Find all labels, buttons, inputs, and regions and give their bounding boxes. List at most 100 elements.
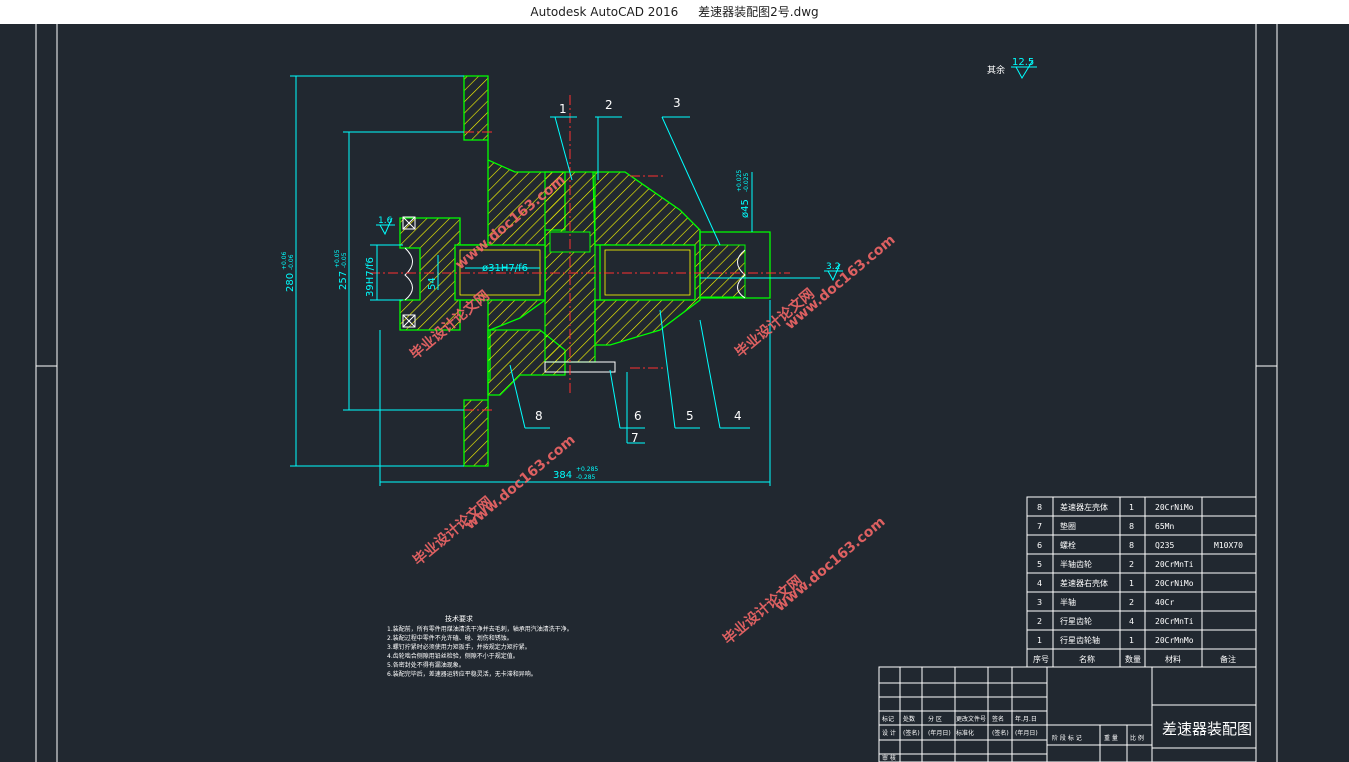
svg-text:序号: 序号 bbox=[1033, 654, 1049, 664]
balloon-7: 7 bbox=[631, 431, 639, 445]
watermark-url-4: www.doc163.com bbox=[772, 514, 888, 615]
roughness-label: 其余 bbox=[987, 64, 1005, 76]
parts-cell-remark: M10X70 bbox=[1214, 541, 1243, 550]
parts-cell-qty: 8 bbox=[1129, 541, 1134, 550]
parts-table: 8 差速器左壳体 1 20CrNiMo 7 垫圈 8 65Mn 6 螺栓 8 Q235 M10X70 5 半… bbox=[1026, 496, 1257, 668]
parts-table-row: 1 行星齿轮轴 1 20CrMnMo bbox=[1037, 635, 1194, 645]
parts-cell-material: 20CrMnMo bbox=[1155, 636, 1194, 645]
svg-text:更改文件号: 更改文件号 bbox=[956, 715, 986, 723]
parts-table-row: 3 半轴 2 40Cr bbox=[1037, 597, 1174, 607]
parts-cell-qty: 4 bbox=[1129, 617, 1134, 626]
parts-cell-material: 20CrNiMo bbox=[1155, 503, 1194, 512]
parts-cell-name: 行星齿轮轴 bbox=[1060, 635, 1100, 645]
balloon-8: 8 bbox=[535, 409, 543, 423]
parts-cell-no: 8 bbox=[1037, 503, 1042, 512]
svg-text:设 计: 设 计 bbox=[882, 729, 896, 737]
parts-cell-qty: 8 bbox=[1129, 522, 1134, 531]
watermark-cn-4: 毕业设计论文网 bbox=[720, 572, 806, 648]
svg-text:名称: 名称 bbox=[1079, 654, 1095, 664]
parts-cell-material: 40Cr bbox=[1155, 598, 1174, 607]
balloon-5: 5 bbox=[686, 409, 694, 423]
parts-cell-qty: 2 bbox=[1129, 560, 1134, 569]
svg-text:+0.05: +0.05 bbox=[334, 249, 341, 268]
svg-text:数量: 数量 bbox=[1125, 654, 1141, 664]
parts-cell-qty: 1 bbox=[1129, 503, 1134, 512]
parts-cell-name: 半轴齿轮 bbox=[1060, 559, 1092, 569]
parts-cell-material: 20CrNiMo bbox=[1155, 579, 1194, 588]
dim-280: 280 bbox=[285, 273, 296, 292]
parts-cell-no: 3 bbox=[1037, 598, 1042, 607]
svg-text:(年月日): (年月日) bbox=[928, 729, 951, 737]
svg-text:签名: 签名 bbox=[992, 715, 1004, 723]
svg-text:4.齿轮啮合侧隙用铅丝检验，侧隙不小于规定值。: 4.齿轮啮合侧隙用铅丝检验，侧隙不小于规定值。 bbox=[387, 652, 519, 660]
parts-cell-name: 行星齿轮 bbox=[1060, 616, 1092, 626]
svg-text:-0.06: -0.06 bbox=[288, 254, 295, 270]
parts-cell-name: 垫圈 bbox=[1060, 521, 1076, 531]
drawing-canvas[interactable]: 其余 12.5 1.6 3.2 280 +0.06 -0.06 257 +0.0… bbox=[0, 24, 1349, 762]
app-title: Autodesk AutoCAD 2016 bbox=[530, 5, 679, 19]
svg-text:-0.285: -0.285 bbox=[576, 474, 596, 481]
parts-cell-material: 65Mn bbox=[1155, 522, 1174, 531]
parts-cell-qty: 1 bbox=[1129, 636, 1134, 645]
svg-text:+0.025: +0.025 bbox=[736, 170, 743, 192]
svg-text:3.螺钉拧紧时必须使用力矩扳手，并按规定力矩拧紧。: 3.螺钉拧紧时必须使用力矩扳手，并按规定力矩拧紧。 bbox=[387, 643, 531, 651]
parts-cell-name: 差速器左壳体 bbox=[1060, 502, 1108, 512]
svg-text:-0.05: -0.05 bbox=[341, 252, 348, 268]
drawing-title: 差速器装配图 bbox=[1162, 720, 1252, 738]
svg-text:比 例: 比 例 bbox=[1130, 734, 1144, 742]
parts-table-row: 7 垫圈 8 65Mn bbox=[1037, 521, 1174, 531]
svg-text:阶 段 标 记: 阶 段 标 记 bbox=[1052, 734, 1082, 742]
tech-notes-title: 技术要求 bbox=[445, 614, 473, 623]
svg-text:(签名): (签名) bbox=[992, 729, 1009, 737]
svg-text:材料: 材料 bbox=[1165, 654, 1181, 664]
svg-text:分 区: 分 区 bbox=[928, 715, 942, 723]
dim-384: 384 bbox=[553, 470, 572, 481]
parts-table-row: 2 行星齿轮 4 20CrMnTi bbox=[1037, 616, 1194, 626]
svg-text:年.月.日: 年.月.日 bbox=[1015, 715, 1037, 723]
balloon-4: 4 bbox=[734, 409, 742, 423]
parts-table-row: 8 差速器左壳体 1 20CrNiMo bbox=[1037, 502, 1194, 512]
svg-text:2.装配过程中零件不允许磕、碰、划伤和锈蚀。: 2.装配过程中零件不允许磕、碰、划伤和锈蚀。 bbox=[387, 634, 513, 642]
parts-cell-qty: 1 bbox=[1129, 579, 1134, 588]
svg-text:备注: 备注 bbox=[1220, 654, 1236, 664]
svg-text:-0.025: -0.025 bbox=[743, 172, 750, 192]
technical-notes: 技术要求 1.装配前，所有零件用煤油清洗干净并去毛刺，轴承用汽油清洗干净。 2.… bbox=[387, 614, 573, 678]
svg-text:审 核: 审 核 bbox=[882, 754, 896, 762]
title-block: 标记 处数 分 区 更改文件号 签名 年.月.日 设 计 (签名) (年月日) … bbox=[878, 666, 1257, 762]
parts-cell-material: Q235 bbox=[1155, 541, 1174, 550]
svg-text:1.装配前，所有零件用煤油清洗干净并去毛刺，轴承用汽油清洗干: 1.装配前，所有零件用煤油清洗干净并去毛刺，轴承用汽油清洗干净。 bbox=[387, 625, 573, 633]
file-name: 差速器装配图2号.dwg bbox=[698, 5, 819, 19]
assembly-section-view[interactable]: 1.6 3.2 280 +0.06 -0.06 257 +0.05 -0.05 … bbox=[281, 75, 843, 486]
dim-39: 39H7/f6 bbox=[365, 257, 376, 297]
svg-text:标记: 标记 bbox=[882, 715, 894, 723]
dim-45: ø45 bbox=[740, 199, 751, 218]
parts-table-row: 6 螺栓 8 Q235 M10X70 bbox=[1037, 540, 1243, 550]
svg-text:(签名): (签名) bbox=[903, 729, 920, 737]
parts-header: 序号 名称 数量 材料 备注 bbox=[1033, 654, 1236, 664]
parts-cell-no: 5 bbox=[1037, 560, 1042, 569]
svg-text:标准化: 标准化 bbox=[956, 729, 974, 737]
window-titlebar: Autodesk AutoCAD 2016 差速器装配图2号.dwg bbox=[0, 0, 1349, 24]
svg-text:处数: 处数 bbox=[903, 715, 915, 723]
svg-text:重 量: 重 量 bbox=[1104, 734, 1118, 742]
watermark-url-2: www.doc163.com bbox=[782, 232, 898, 333]
parts-cell-qty: 2 bbox=[1129, 598, 1134, 607]
parts-cell-name: 差速器右壳体 bbox=[1060, 578, 1108, 588]
parts-cell-no: 7 bbox=[1037, 522, 1042, 531]
svg-text:6.装配完毕后，差速器运转应平稳灵活，无卡滞和异响。: 6.装配完毕后，差速器运转应平稳灵活，无卡滞和异响。 bbox=[387, 670, 537, 678]
svg-text:5.各密封处不得有漏油现象。: 5.各密封处不得有漏油现象。 bbox=[387, 661, 465, 669]
parts-cell-name: 螺栓 bbox=[1060, 540, 1076, 550]
parts-table-row: 5 半轴齿轮 2 20CrMnTi bbox=[1037, 559, 1194, 569]
roughness-symbol: 其余 12.5 bbox=[987, 57, 1037, 79]
balloon-1: 1 bbox=[559, 102, 567, 116]
parts-cell-no: 2 bbox=[1037, 617, 1042, 626]
sheet-border bbox=[35, 24, 1278, 762]
parts-cell-no: 6 bbox=[1037, 541, 1042, 550]
parts-cell-name: 半轴 bbox=[1060, 597, 1076, 607]
dim-54: 54 bbox=[427, 277, 438, 290]
balloon-2: 2 bbox=[605, 98, 613, 112]
svg-text:+0.285: +0.285 bbox=[576, 466, 598, 473]
svg-text:+0.06: +0.06 bbox=[281, 251, 288, 270]
dim-257: 257 bbox=[338, 271, 349, 290]
balloon-3: 3 bbox=[673, 96, 681, 110]
